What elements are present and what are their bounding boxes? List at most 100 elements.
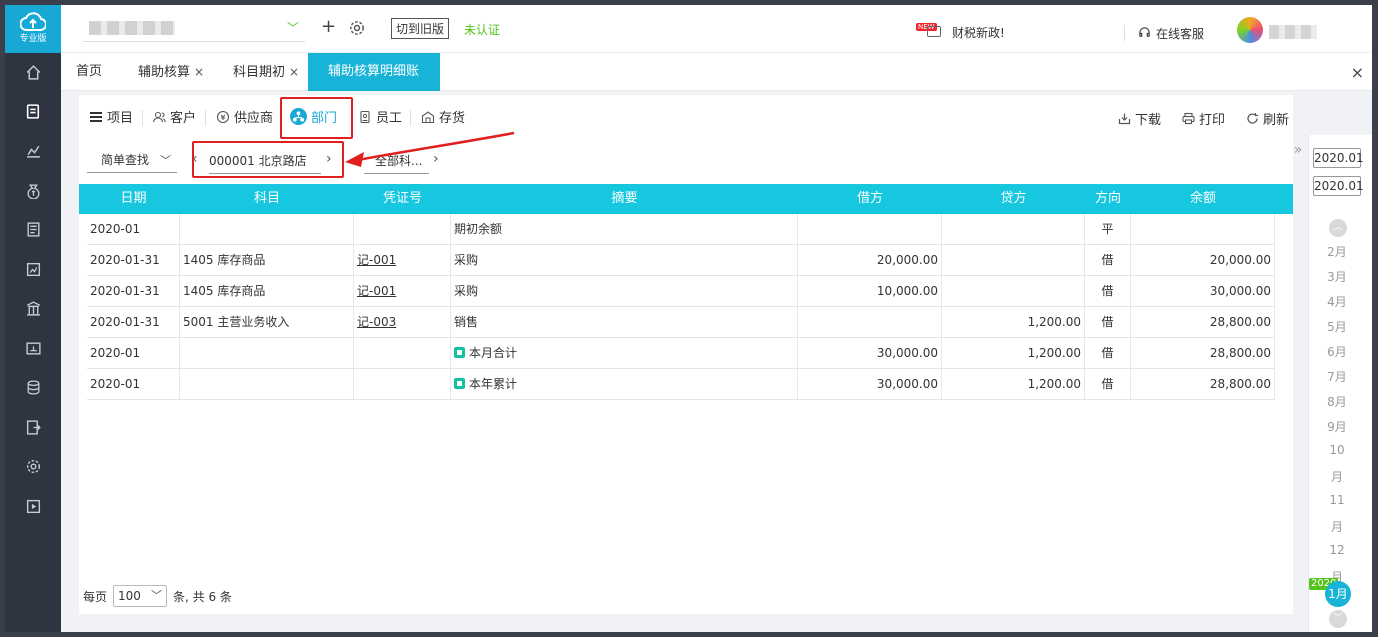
all-subjects-selector[interactable]: 全部科... (375, 152, 422, 169)
col-credit[interactable]: 贷方 (942, 184, 1085, 214)
nav-stack-icon[interactable] (5, 372, 61, 402)
pagination: 每页 100 ﹀ 条, 共 6 条 (83, 585, 232, 607)
voucher-link[interactable]: 记-003 (357, 315, 396, 329)
table-row[interactable]: 2020-01 期初余额 平 (87, 214, 1275, 245)
tab-home[interactable]: 首页 (76, 53, 102, 91)
employee-icon (360, 110, 370, 123)
tab-aux-accounting[interactable]: 辅助核算 × (138, 53, 204, 91)
category-supplier[interactable]: 供应商 (216, 107, 273, 126)
gear-icon[interactable] (348, 19, 366, 37)
cell-summary: 本月合计 (451, 338, 798, 369)
period-month-item[interactable]: 8月 (1309, 393, 1365, 410)
chevron-down-icon[interactable]: ﹀ (1329, 610, 1347, 628)
period-month-item[interactable]: 6月 (1309, 343, 1365, 360)
nav-ledger-icon[interactable] (5, 96, 61, 126)
tab-opening-balance[interactable]: 科目期初 × (233, 53, 299, 91)
col-voucher[interactable]: 凭证号 (354, 184, 451, 214)
news-tv-icon[interactable]: NEW (916, 23, 946, 37)
col-date[interactable]: 日期 (87, 184, 180, 214)
nav-settings-icon[interactable] (5, 451, 61, 481)
app-logo[interactable]: 专业版 (5, 5, 61, 53)
nav-asset-icon[interactable] (5, 333, 61, 363)
account-name-blurred[interactable] (89, 21, 175, 35)
period-month-item[interactable]: 4月 (1309, 293, 1365, 310)
period-month-item[interactable]: 月 (1309, 468, 1365, 485)
voucher-link[interactable]: 记-001 (357, 284, 396, 298)
summary-text: 本年累计 (469, 377, 518, 391)
collapse-panel-icon[interactable]: » (1289, 136, 1307, 166)
table-row[interactable]: 2020-01 本年累计 30,000.00 1,200.00 借 28,800.00 (87, 369, 1275, 400)
voucher-link[interactable]: 记-001 (357, 253, 396, 267)
period-month-item[interactable]: 7月 (1309, 368, 1365, 385)
cell-credit: 1,200.00 (942, 338, 1085, 369)
period-month-item[interactable]: 月 (1309, 518, 1365, 535)
nav-building-icon[interactable] (5, 293, 61, 323)
period-end-input[interactable]: 2020.01 (1313, 176, 1364, 196)
period-month-item[interactable]: 10 (1309, 443, 1365, 457)
page-size-select[interactable]: 100 ﹀ (113, 585, 168, 607)
filter-row: 简单查找 ﹀ ‹ 000001 北京路店 › 全部科... › (79, 141, 1293, 181)
tax-news-link[interactable]: 财税新政! (952, 24, 1005, 41)
table-row[interactable]: 2020-01-31 1405 库存商品 记-001 采购 10,000.00 借 30,0… (87, 276, 1275, 307)
cell-subject (180, 214, 354, 245)
nav-chart-icon[interactable] (5, 135, 61, 165)
verification-status[interactable]: 未认证 (464, 21, 500, 38)
nav-money-bag-icon[interactable] (5, 175, 61, 205)
col-debit[interactable]: 借方 (798, 184, 942, 214)
period-month-item[interactable]: 11 (1309, 493, 1365, 507)
next-subject-icon[interactable]: › (433, 151, 439, 167)
category-employee[interactable]: 员工 (358, 107, 402, 126)
period-month-item[interactable]: 12 (1309, 543, 1365, 557)
col-balance[interactable]: 余额 (1131, 184, 1275, 214)
nav-report-icon[interactable] (5, 254, 61, 284)
download-button[interactable]: 下载 (1118, 109, 1161, 128)
cell-date: 2020-01-31 (87, 307, 180, 338)
nav-video-icon[interactable] (5, 491, 61, 521)
category-customer[interactable]: 客户 (152, 107, 196, 126)
col-summary[interactable]: 摘要 (451, 184, 798, 214)
nav-export-icon[interactable] (5, 412, 61, 442)
period-month-item[interactable]: 5月 (1309, 318, 1365, 335)
cell-voucher (354, 214, 451, 245)
simple-find-dropdown[interactable]: 简单查找 ﹀ (87, 151, 177, 173)
tab-close-icon[interactable]: × (289, 65, 299, 79)
table-row[interactable]: 2020-01-31 5001 主营业务收入 记-003 销售 1,200.00 借 28,… (87, 307, 1275, 338)
switch-old-version-button[interactable]: 切到旧版 (391, 18, 450, 39)
period-month-item[interactable]: 2月 (1309, 243, 1365, 260)
period-month-item[interactable]: 3月 (1309, 268, 1365, 285)
col-direction[interactable]: 方向 (1085, 184, 1131, 214)
period-month-item[interactable]: 9月 (1309, 418, 1365, 435)
tab-close-icon[interactable]: × (194, 65, 204, 79)
cell-credit: 1,200.00 (942, 307, 1085, 338)
all-subjects-underline (364, 173, 429, 174)
table-row[interactable]: 2020-01-31 1405 库存商品 记-001 采购 20,000.00 借 20,0… (87, 245, 1275, 276)
cell-voucher[interactable]: 记-003 (354, 307, 451, 338)
nav-document-icon[interactable] (5, 214, 61, 244)
tab-label: 辅助核算明细账 (328, 64, 420, 79)
record-count: 条, 共 6 条 (173, 589, 232, 604)
cell-subject: 1405 库存商品 (180, 276, 354, 307)
category-inventory[interactable]: 存货 (421, 107, 465, 126)
nav-home-icon[interactable] (5, 57, 61, 87)
col-subject[interactable]: 科目 (180, 184, 354, 214)
user-name-blurred[interactable] (1269, 25, 1317, 39)
user-avatar[interactable] (1237, 17, 1263, 43)
cell-voucher[interactable]: 记-001 (354, 245, 451, 276)
period-start-input[interactable]: 2020.01 (1313, 148, 1364, 168)
category-project[interactable]: 项目 (89, 107, 133, 126)
add-icon[interactable]: + (321, 16, 336, 37)
cell-summary: 期初余额 (451, 214, 798, 245)
cell-dir: 平 (1085, 214, 1131, 245)
online-support-link[interactable]: 在线客服 (1156, 25, 1204, 42)
refresh-button[interactable]: 刷新 (1246, 109, 1289, 128)
close-all-tabs-icon[interactable]: × (1351, 63, 1364, 82)
print-button[interactable]: 打印 (1182, 109, 1225, 128)
tab-aux-detail-ledger[interactable]: 辅助核算明细账× (308, 53, 440, 117)
current-month-item[interactable]: 1月 (1325, 581, 1351, 607)
table-row[interactable]: 2020-01 本月合计 30,000.00 1,200.00 借 28,800.00 (87, 338, 1275, 369)
chevron-down-icon[interactable]: ﹀ (287, 19, 299, 36)
cell-voucher[interactable]: 记-001 (354, 276, 451, 307)
chevron-up-icon[interactable]: ︿ (1329, 219, 1347, 237)
calendar-year-icon (454, 378, 465, 389)
download-label: 下载 (1135, 113, 1162, 128)
